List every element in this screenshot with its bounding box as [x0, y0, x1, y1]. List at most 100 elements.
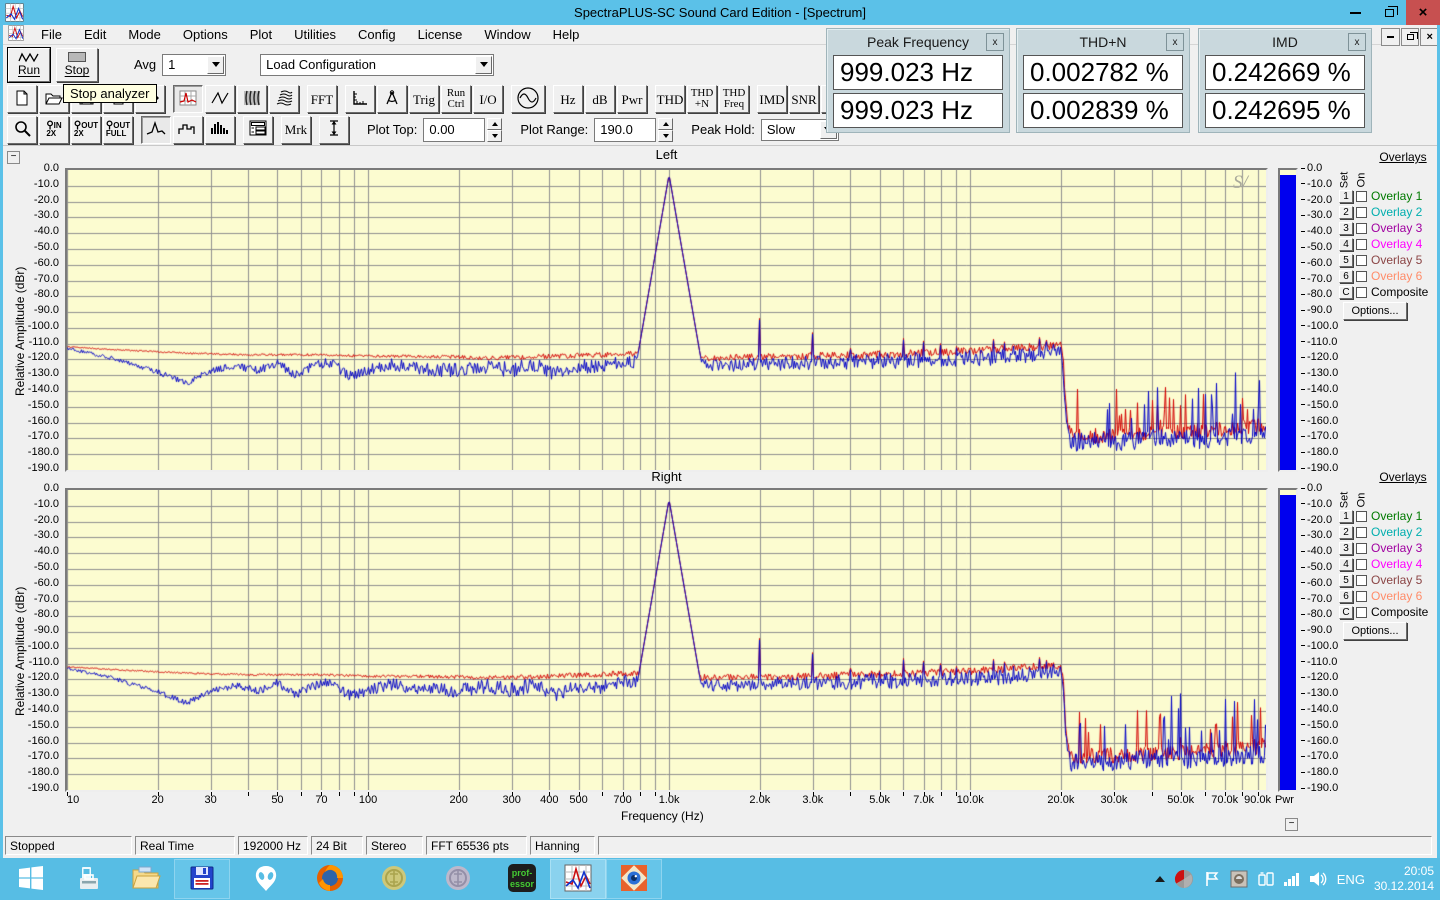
spectrum-plot-left[interactable] [65, 168, 1268, 472]
bar-plot-button[interactable] [205, 116, 235, 144]
plot-details-button[interactable] [243, 116, 273, 144]
menu-license[interactable]: License [407, 25, 474, 44]
hz-units-button[interactable]: Hz [553, 85, 583, 113]
overlay-set-button-1[interactable]: 1 [1339, 510, 1353, 523]
thd-n-button[interactable]: THD+N [687, 85, 717, 113]
pwr-units-button[interactable]: Pwr [617, 85, 647, 113]
foobar2000-icon[interactable] [238, 859, 294, 899]
fft-settings-button[interactable]: FFT [307, 85, 337, 113]
snr-button[interactable]: SNR [789, 85, 819, 113]
overlay-set-button-2[interactable]: 2 [1339, 206, 1353, 219]
firefox-icon[interactable] [302, 859, 358, 899]
zoom-out-full-button[interactable]: ⚲OUTFULL [103, 116, 133, 144]
professor-app-icon[interactable]: prof-essor [494, 859, 550, 899]
start-button[interactable] [0, 859, 62, 899]
trigger-button[interactable]: Trig [409, 85, 439, 113]
clock[interactable]: 20:05 30.12.2014 [1374, 864, 1434, 894]
round-badge-2-icon[interactable] [430, 859, 486, 899]
avg-dropdown-arrow[interactable] [207, 56, 224, 74]
overlay-on-checkbox-2[interactable] [1356, 527, 1367, 538]
menu-options[interactable]: Options [172, 25, 239, 44]
overlay-set-button-6[interactable]: 6 [1339, 270, 1353, 283]
overlay-on-checkbox-4[interactable] [1356, 239, 1367, 250]
imd-button[interactable]: IMD [757, 85, 787, 113]
mdi-restore-button[interactable] [1401, 28, 1420, 46]
overlay-on-checkbox-c[interactable] [1356, 287, 1367, 298]
action-center-flag-icon[interactable] [1203, 870, 1221, 888]
signal-generator-button[interactable] [511, 85, 545, 113]
run-button[interactable]: Run [8, 48, 50, 82]
save-tool-icon[interactable] [174, 859, 230, 899]
antivirus-tray-icon[interactable] [1174, 869, 1194, 889]
menu-help[interactable]: Help [542, 25, 591, 44]
overlay-on-checkbox-3[interactable] [1356, 223, 1367, 234]
network-signal-icon[interactable] [1284, 873, 1299, 886]
overlay-on-checkbox-5[interactable] [1356, 255, 1367, 266]
overlay-set-button-6[interactable]: 6 [1339, 590, 1353, 603]
volume-icon[interactable] [1308, 870, 1328, 888]
new-document-button[interactable] [7, 85, 37, 113]
overlay-on-checkbox-6[interactable] [1356, 271, 1367, 282]
menu-config[interactable]: Config [347, 25, 407, 44]
overlay-set-button-5[interactable]: 5 [1339, 254, 1353, 267]
overlay-set-button-2[interactable]: 2 [1339, 526, 1353, 539]
overlay-set-button-1[interactable]: 1 [1339, 190, 1353, 203]
close-button[interactable]: × [1406, 0, 1440, 25]
config-dropdown-arrow[interactable] [475, 56, 492, 74]
overlay-on-checkbox-6[interactable] [1356, 591, 1367, 602]
overlay-set-button-3[interactable]: 3 [1339, 222, 1353, 235]
show-hidden-icons-button[interactable] [1155, 876, 1165, 882]
zoom-button[interactable] [7, 116, 37, 144]
run-control-button[interactable]: RunCtrl [441, 85, 471, 113]
app-tray-icon[interactable] [1230, 870, 1248, 888]
zoom-in-2x-button[interactable]: ⚲IN2X [39, 116, 69, 144]
menu-file[interactable]: File [30, 25, 73, 44]
overlay-on-checkbox-3[interactable] [1356, 543, 1367, 554]
document-icon[interactable] [8, 25, 24, 44]
overlay-on-checkbox-5[interactable] [1356, 575, 1367, 586]
collapse-bottom-button[interactable]: − [1285, 818, 1298, 831]
spectrum-canvas-right[interactable] [67, 490, 1266, 790]
stop-button[interactable]: Stop [56, 48, 98, 82]
thd-button[interactable]: THD [655, 85, 685, 113]
meter-close-button[interactable]: x [1166, 33, 1184, 51]
overlay-set-button-4[interactable]: 4 [1339, 238, 1353, 251]
overlay-on-checkbox-2[interactable] [1356, 207, 1367, 218]
time-series-view-button[interactable] [205, 85, 235, 113]
overlay-set-button-3[interactable]: 3 [1339, 542, 1353, 555]
eye-viewer-icon[interactable] [606, 859, 662, 899]
overlay-set-button-4[interactable]: 4 [1339, 558, 1353, 571]
db-units-button[interactable]: dB [585, 85, 615, 113]
load-configuration-select[interactable]: Load Configuration [260, 54, 494, 76]
menu-utilities[interactable]: Utilities [283, 25, 347, 44]
step-plot-button[interactable] [173, 116, 203, 144]
menu-edit[interactable]: Edit [73, 25, 117, 44]
round-badge-icon[interactable] [366, 859, 422, 899]
overlay-on-checkbox-4[interactable] [1356, 559, 1367, 570]
menu-window[interactable]: Window [473, 25, 541, 44]
overlays-options-button[interactable]: Options... [1343, 622, 1407, 640]
mdi-minimize-button[interactable] [1381, 28, 1400, 46]
marker-button[interactable]: Mrk [281, 116, 311, 144]
plot-top-spinner[interactable] [487, 118, 502, 142]
meter-close-button[interactable]: x [986, 33, 1004, 51]
overlay-on-checkbox-1[interactable] [1356, 191, 1367, 202]
line-plot-button[interactable] [141, 116, 171, 144]
spectrum-plot-right[interactable] [65, 488, 1268, 792]
overlay-on-checkbox-c[interactable] [1356, 607, 1367, 618]
scaling-button[interactable] [345, 85, 375, 113]
meter-close-button[interactable]: x [1348, 33, 1366, 51]
zoom-out-2x-button[interactable]: ⚲OUT2X [71, 116, 101, 144]
avg-select[interactable]: 1 [162, 54, 226, 76]
spectrogram-view-button[interactable] [237, 85, 267, 113]
removable-device-icon[interactable] [1257, 870, 1275, 888]
plot-range-input[interactable]: 190.0 [594, 118, 656, 142]
plot-top-input[interactable]: 0.00 [423, 118, 485, 142]
overlay-set-button-c[interactable]: C [1339, 286, 1353, 299]
thd-freq-button[interactable]: THDFreq [719, 85, 749, 113]
spectrum-view-button[interactable] [173, 85, 203, 113]
overlay-set-button-c[interactable]: C [1339, 606, 1353, 619]
overlay-on-checkbox-1[interactable] [1356, 511, 1367, 522]
restore-button[interactable] [1372, 0, 1406, 25]
file-explorer-icon[interactable] [118, 859, 174, 899]
